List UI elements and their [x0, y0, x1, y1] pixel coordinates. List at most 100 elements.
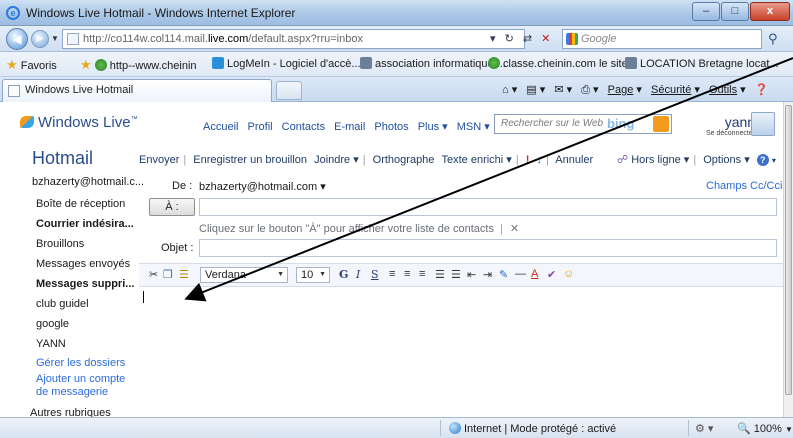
compat-icon[interactable]: ⇄ [523, 33, 532, 45]
scrollbar-thumb[interactable] [785, 105, 792, 395]
close-button[interactable]: x [750, 2, 790, 21]
sidebar-item-inbox[interactable]: Boîte de réception [36, 198, 125, 210]
spelling-button[interactable]: Orthographe [373, 154, 435, 166]
addon-icon[interactable]: ⚙ ▾ [695, 422, 713, 435]
sidebar-item-yann[interactable]: YANN [36, 338, 66, 350]
web-search-input[interactable]: Rechercher sur le Web bing [494, 114, 672, 134]
tab-hotmail[interactable]: Windows Live Hotmail [2, 79, 272, 102]
close-hint-icon[interactable]: ✕ [510, 223, 519, 235]
save-draft-button[interactable]: Enregistrer un brouillon [193, 154, 307, 166]
spellcheck-icon[interactable]: ✔ [547, 268, 556, 281]
separator-icon[interactable]: — [515, 268, 526, 280]
nav-msn[interactable]: MSN ▾ [457, 121, 490, 133]
font-color-icon[interactable]: A [531, 268, 538, 280]
zoom-control[interactable]: 🔍 100% ▼ [737, 422, 793, 435]
minimize-button[interactable]: – [692, 2, 720, 21]
attach-button[interactable]: Joindre ▾ [314, 154, 359, 166]
from-select[interactable]: bzhazerty@hotmail.com ▾ [199, 180, 326, 193]
sidebar-account[interactable]: bzhazerty@hotmail.c... [32, 176, 144, 188]
favorites-button[interactable]: ★ Favoris [6, 57, 57, 73]
align-center-icon[interactable]: ≡ [404, 268, 410, 280]
emoticon-icon[interactable]: ☺ [563, 268, 574, 280]
user-name[interactable]: yann [706, 114, 755, 130]
nav-more[interactable]: Plus ▾ [418, 121, 448, 133]
favorite-item[interactable]: ★ http--www.cheinin [80, 57, 197, 73]
forward-arrow-icon[interactable]: ▶ [31, 30, 49, 48]
security-zone[interactable]: Internet | Mode protégé : activé [449, 422, 616, 435]
to-button[interactable]: À : [149, 198, 195, 216]
bold-button[interactable]: G [339, 268, 348, 281]
search-icon[interactable]: ⚲ [768, 31, 778, 47]
sidebar-item-sent[interactable]: Messages envoyés [36, 258, 130, 270]
add-account-link-line2[interactable]: de messagerie [36, 386, 108, 398]
align-right-icon[interactable]: ≡ [419, 268, 425, 280]
url-input[interactable]: http://co114w.col114.mail.live.com/defau… [62, 29, 525, 49]
paste-icon[interactable]: ☰ [179, 268, 189, 281]
refresh-icon[interactable]: ↻ [505, 33, 514, 45]
stop-icon[interactable]: ✕ [541, 33, 550, 45]
cut-icon[interactable]: ✂ [149, 268, 158, 281]
help-dropdown-icon[interactable]: ▾ [772, 156, 776, 165]
favorite-item[interactable]: association informatique ... [360, 57, 506, 70]
nav-contacts[interactable]: Contacts [282, 121, 325, 133]
align-left-icon[interactable]: ≡ [389, 268, 395, 280]
add-account-link[interactable]: Ajouter un compte [36, 373, 125, 385]
sidebar-item-club-guidel[interactable]: club guidel [36, 298, 89, 310]
nav-email[interactable]: E-mail [334, 121, 365, 133]
tools-menu[interactable]: Outils ▾ [709, 84, 746, 96]
vertical-scrollbar[interactable] [783, 102, 793, 417]
font-size-select[interactable]: 10 ▼ [296, 267, 330, 283]
outdent-icon[interactable]: ⇤ [467, 268, 476, 281]
rich-text-button[interactable]: Texte enrichi ▾ [441, 154, 511, 166]
nav-photos[interactable]: Photos [374, 121, 408, 133]
offline-button[interactable]: Hors ligne ▾ [631, 154, 689, 166]
user-menu[interactable]: yann Se déconnecter [706, 114, 755, 137]
feeds-icon[interactable]: ▤ ▾ [526, 84, 545, 96]
low-priority-icon[interactable]: ↓ [536, 154, 542, 166]
subject-input[interactable] [199, 239, 777, 257]
new-tab-button[interactable] [276, 81, 302, 100]
maximize-button[interactable]: □ [721, 2, 749, 21]
print-icon[interactable]: ⎙ ▾ [581, 84, 598, 96]
page-menu[interactable]: Page ▾ [608, 84, 642, 96]
sidebar-item-google[interactable]: google [36, 318, 69, 330]
underline-button[interactable]: S [371, 268, 379, 281]
mail-icon[interactable]: ✉ ▾ [554, 84, 572, 96]
chevron-down-icon: ▼ [319, 271, 326, 278]
to-input[interactable] [199, 198, 777, 216]
avatar[interactable] [751, 112, 775, 136]
options-button[interactable]: Options ▾ [703, 154, 750, 166]
dropdown-icon[interactable]: ▾ [490, 33, 496, 45]
cancel-button[interactable]: Annuler [555, 154, 593, 166]
nav-home[interactable]: Accueil [203, 121, 238, 133]
help-icon[interactable]: ❓ [755, 84, 769, 96]
sign-out-link[interactable]: Se déconnecter [706, 130, 755, 137]
favorite-item[interactable]: classe.cheinin.com le site... [488, 57, 637, 70]
font-select[interactable]: Verdana ▼ [200, 267, 288, 283]
cc-bcc-link[interactable]: Champs Cc/Cci [706, 180, 782, 192]
send-button[interactable]: Envoyer [139, 154, 179, 166]
security-menu[interactable]: Sécurité ▾ [651, 84, 700, 96]
italic-button[interactable]: I [356, 268, 360, 281]
highlight-icon[interactable]: ✎ [499, 268, 508, 281]
favorite-item[interactable]: LOCATION Bretagne locat... [625, 57, 779, 70]
back-arrow-icon[interactable]: ◀ [6, 28, 28, 50]
search-input[interactable]: Google [562, 29, 762, 49]
windows-live-logo[interactable]: Windows Live™ [20, 114, 138, 131]
favorite-item[interactable]: LogMeIn - Logiciel d'accè... [212, 57, 361, 70]
web-search-button[interactable] [653, 116, 669, 132]
indent-icon[interactable]: ⇥ [483, 268, 492, 281]
bullet-list-icon[interactable]: ☰ [451, 268, 461, 281]
help-icon[interactable]: ? [756, 154, 769, 166]
sidebar-item-deleted[interactable]: Messages suppri... [36, 278, 134, 290]
sidebar-item-junk[interactable]: Courrier indésira... [36, 218, 134, 230]
manage-folders-link[interactable]: Gérer les dossiers [36, 357, 125, 369]
high-priority-icon[interactable]: ! [526, 154, 530, 166]
history-dropdown-icon[interactable]: ▼ [51, 34, 59, 43]
copy-icon[interactable]: ❐ [163, 268, 173, 281]
nav-profile[interactable]: Profil [248, 121, 273, 133]
numbered-list-icon[interactable]: ☰ [435, 268, 445, 281]
home-icon[interactable]: ⌂ ▾ [502, 84, 517, 96]
sidebar-item-drafts[interactable]: Brouillons [36, 238, 84, 250]
message-body-editor[interactable] [139, 287, 783, 417]
